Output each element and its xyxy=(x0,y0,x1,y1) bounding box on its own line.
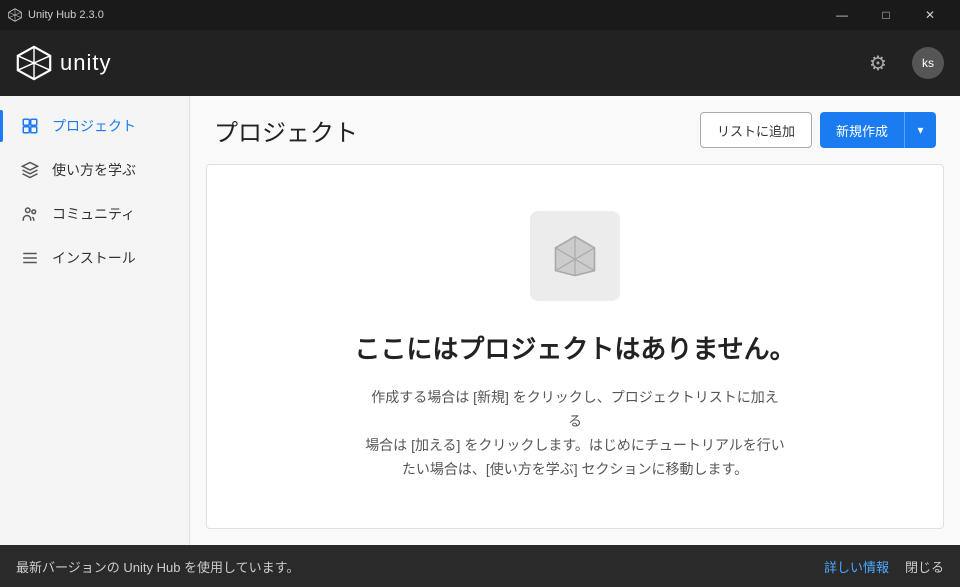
new-project-button[interactable]: 新規作成 xyxy=(820,112,904,148)
sidebar-learn-label: 使い方を学ぶ xyxy=(52,160,136,180)
detail-link[interactable]: 詳しい情報 xyxy=(824,557,889,576)
sidebar: プロジェクト 使い方を学ぶ コミュニティ xyxy=(0,96,190,545)
sidebar-item-community[interactable]: コミュニティ xyxy=(0,192,189,236)
new-project-group: 新規作成 ▾ xyxy=(820,112,936,148)
empty-state-title: ここにはプロジェクトはありません。 xyxy=(354,329,795,366)
main-area: プロジェクト 使い方を学ぶ コミュニティ xyxy=(0,96,960,545)
add-to-list-button[interactable]: リストに追加 xyxy=(700,112,812,148)
empty-cube-icon xyxy=(549,230,601,282)
sidebar-community-label: コミュニティ xyxy=(52,204,135,224)
sidebar-item-projects[interactable]: プロジェクト xyxy=(0,104,189,148)
unity-logo-text: unity xyxy=(60,50,111,76)
settings-button[interactable]: ⚙ xyxy=(860,45,896,81)
sidebar-item-learn[interactable]: 使い方を学ぶ xyxy=(0,148,189,192)
content-header: プロジェクト リストに追加 新規作成 ▾ xyxy=(190,96,960,164)
learn-icon xyxy=(20,160,40,180)
close-button[interactable]: ✕ xyxy=(908,0,952,30)
sidebar-item-installs[interactable]: インストール xyxy=(0,236,189,280)
page-title: プロジェクト xyxy=(214,113,358,148)
maximize-button[interactable]: □ xyxy=(864,0,908,30)
user-avatar[interactable]: ks xyxy=(912,47,944,79)
notification-actions: 詳しい情報 閉じる xyxy=(824,557,944,576)
projects-icon xyxy=(20,116,40,136)
close-notification-button[interactable]: 閉じる xyxy=(905,557,944,576)
notification-text: 最新バージョンの Unity Hub を使用しています。 xyxy=(16,557,299,576)
titlebar: Unity Hub 2.3.0 — □ ✕ xyxy=(0,0,960,30)
notification-bar: 最新バージョンの Unity Hub を使用しています。 詳しい情報 閉じる xyxy=(0,545,960,587)
minimize-button[interactable]: — xyxy=(820,0,864,30)
sidebar-installs-label: インストール xyxy=(52,248,136,268)
new-project-dropdown-button[interactable]: ▾ xyxy=(904,112,936,148)
titlebar-left: Unity Hub 2.3.0 xyxy=(8,8,104,22)
header-right: ⚙ ks xyxy=(860,45,944,81)
header-logo: unity xyxy=(16,45,111,81)
empty-state-description: 作成する場合は [新規] をクリックし、プロジェクトリストに加える 場合は [加… xyxy=(365,386,785,481)
install-icon xyxy=(20,248,40,268)
titlebar-controls: — □ ✕ xyxy=(820,0,952,30)
empty-icon-container xyxy=(530,211,620,301)
header-actions: リストに追加 新規作成 ▾ xyxy=(700,112,936,148)
community-icon xyxy=(20,204,40,224)
titlebar-unity-icon xyxy=(8,8,22,22)
empty-state: ここにはプロジェクトはありません。 作成する場合は [新規] をクリックし、プロ… xyxy=(206,164,944,529)
sidebar-projects-label: プロジェクト xyxy=(52,116,136,136)
content-area: プロジェクト リストに追加 新規作成 ▾ ここにはプロジェクトはありません。 xyxy=(190,96,960,545)
header: unity ⚙ ks xyxy=(0,30,960,96)
unity-logo-icon xyxy=(16,45,52,81)
titlebar-title: Unity Hub 2.3.0 xyxy=(28,9,104,21)
